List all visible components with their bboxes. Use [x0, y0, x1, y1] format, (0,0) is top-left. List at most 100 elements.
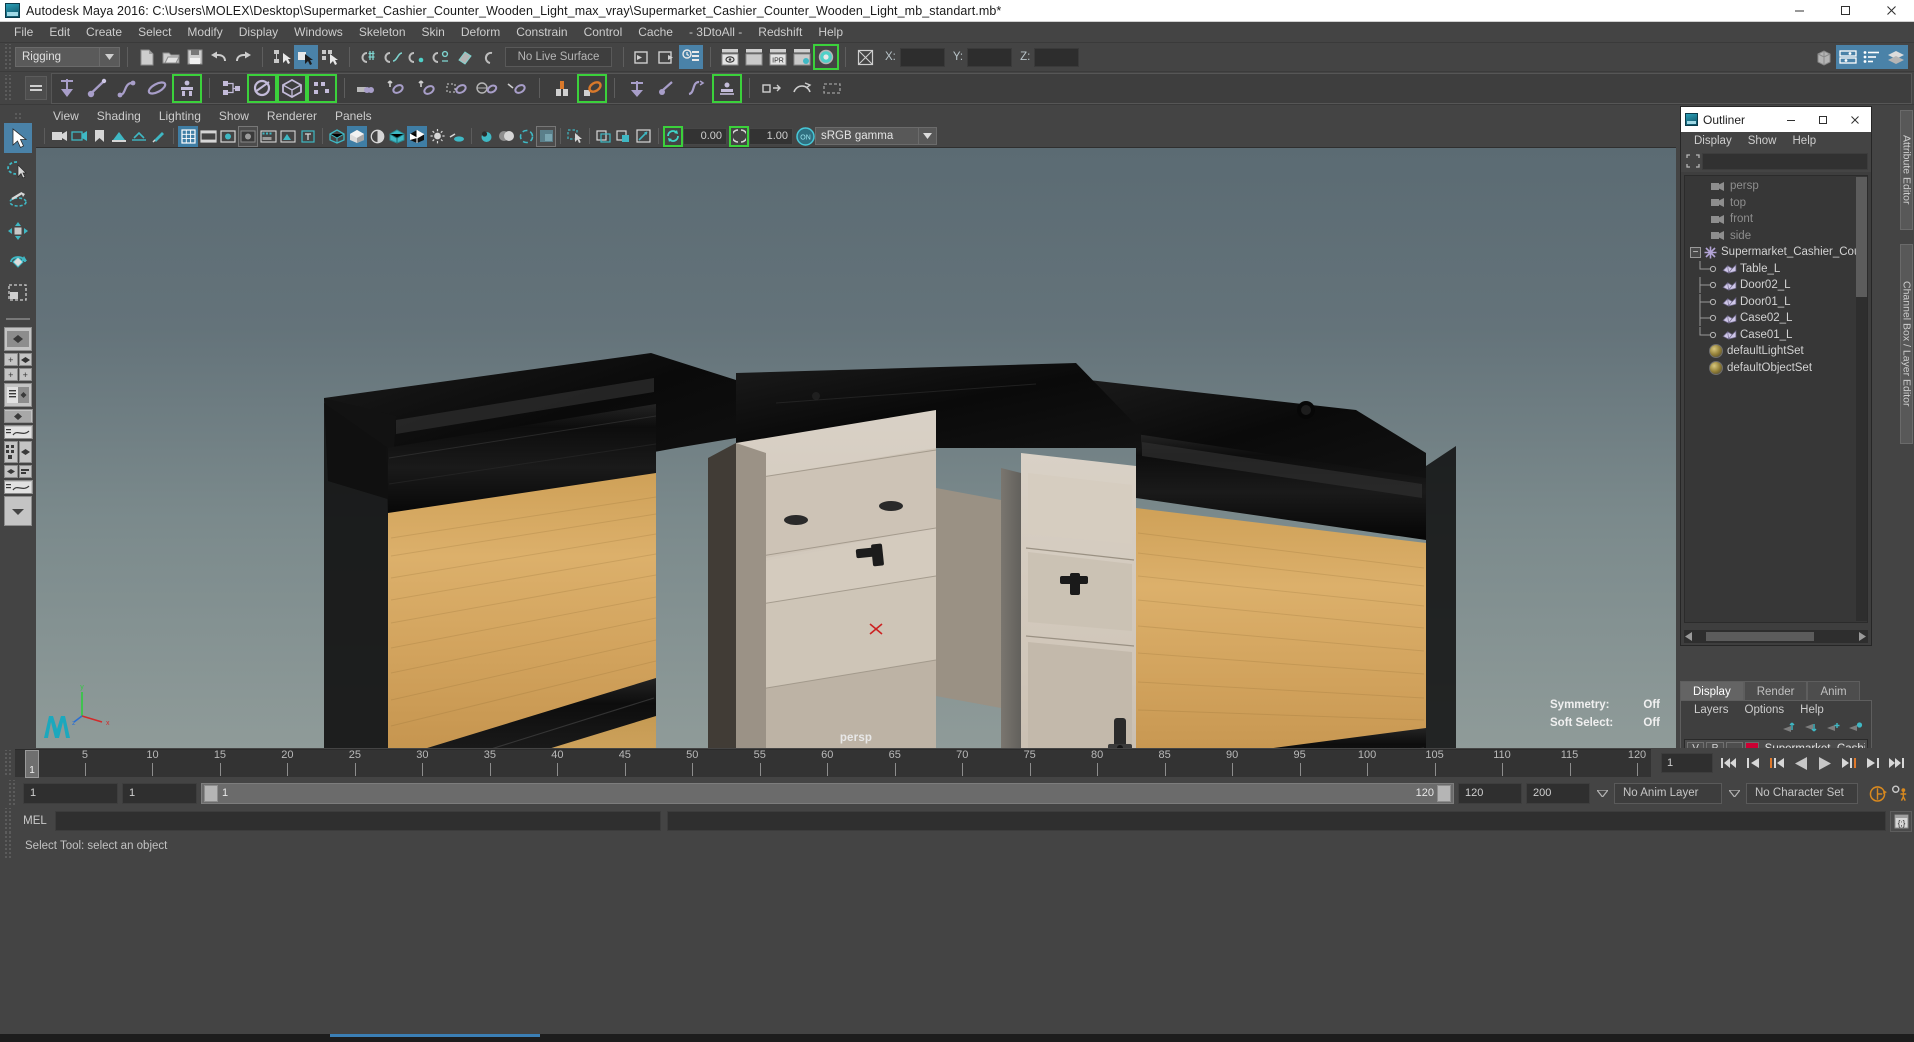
persp-outliner-layout-icon[interactable]	[18, 353, 32, 366]
time-cursor[interactable]: 1	[25, 750, 39, 778]
command-result-field[interactable]	[667, 811, 1886, 831]
help-menu[interactable]: Help	[1792, 703, 1832, 717]
new-scene-icon[interactable]	[135, 45, 159, 69]
menu-select[interactable]: Select	[130, 22, 179, 42]
resolution-gate-icon[interactable]	[218, 126, 238, 147]
create-ik-spline-icon[interactable]	[112, 74, 142, 103]
move-layer-down-icon[interactable]	[1805, 721, 1819, 734]
wireframe-icon[interactable]	[327, 126, 347, 147]
sculpt-deformer-icon[interactable]	[817, 74, 847, 103]
hik-skeleton-icon[interactable]	[217, 74, 247, 103]
graph-editor-layout-icon[interactable]	[3, 425, 33, 439]
depth-of-field-icon[interactable]	[536, 125, 556, 147]
gamma-value[interactable]: 1.00	[749, 127, 793, 145]
hypershade-icon[interactable]	[813, 44, 839, 70]
outliner-vertical-scrollbar[interactable]	[1856, 177, 1867, 621]
make-live-icon[interactable]	[477, 45, 501, 69]
copy-skin-weights-icon[interactable]	[502, 74, 532, 103]
outliner-item-case01-l[interactable]: Case01_L	[1685, 326, 1867, 344]
nonlinear-deformer-icon[interactable]	[787, 74, 817, 103]
open-scene-icon[interactable]	[159, 45, 183, 69]
undo-icon[interactable]	[207, 45, 231, 69]
two-pane-layout-icon[interactable]: +	[4, 368, 18, 381]
detach-skin-icon[interactable]	[412, 74, 442, 103]
outliner-maximize-button[interactable]	[1807, 107, 1839, 132]
persp-graph-editor-layout-icon[interactable]	[3, 409, 33, 423]
time-slider-grip[interactable]	[3, 750, 12, 776]
script-editor-icon[interactable]: {;}	[1890, 810, 1912, 832]
xray-icon[interactable]	[594, 126, 614, 147]
xray-active-components-icon[interactable]	[634, 126, 654, 147]
time-slider[interactable]: 1 5 10 15 20 25 30 35 40 45 50 55 60 65 70 75 80 85 90 95 1…	[15, 749, 1651, 778]
animation-layout-icon[interactable]	[3, 480, 33, 494]
insert-joint-icon[interactable]	[142, 74, 172, 103]
z-input[interactable]	[1034, 47, 1080, 67]
go-to-end-icon[interactable]	[1887, 754, 1906, 773]
outliner-menu-help[interactable]: Help	[1785, 134, 1825, 148]
outliner-item-door02-l[interactable]: Door02_L	[1685, 277, 1867, 294]
menu-create[interactable]: Create	[78, 22, 130, 42]
step-back-keyframe-icon[interactable]	[1743, 754, 1762, 773]
input-connections-icon[interactable]	[631, 45, 655, 69]
menu-help[interactable]: Help	[810, 22, 851, 42]
tab-attribute-editor[interactable]: Attribute Editor	[1900, 110, 1913, 230]
blend-shape-icon[interactable]	[757, 74, 787, 103]
textured-icon[interactable]	[407, 125, 427, 147]
select-camera-icon[interactable]	[49, 126, 69, 147]
mirror-skin-weights-icon[interactable]	[472, 74, 502, 103]
render-settings-icon[interactable]	[790, 45, 814, 69]
paint-skin-weights-icon[interactable]	[442, 74, 472, 103]
interactive-bind-icon[interactable]	[382, 74, 412, 103]
tab-channel-box-layer-editor[interactable]: Channel Box / Layer Editor	[1900, 244, 1913, 444]
shadows-icon[interactable]	[447, 126, 467, 147]
snap-to-point-icon[interactable]	[405, 45, 429, 69]
menu-edit[interactable]: Edit	[41, 22, 78, 42]
scrollbar-thumb[interactable]	[1856, 177, 1867, 297]
outliner-search-input[interactable]	[1702, 152, 1868, 170]
anim-layer-chevron-down-icon[interactable]	[1594, 783, 1610, 804]
select-by-component-icon[interactable]	[318, 45, 342, 69]
scale-tool-icon[interactable]	[4, 278, 32, 308]
persp-small-layout-icon[interactable]	[4, 465, 18, 478]
maximize-button[interactable]	[1822, 0, 1868, 22]
play-forwards-icon[interactable]	[1815, 754, 1834, 773]
snap-to-curve-icon[interactable]	[381, 45, 405, 69]
animation-start-field[interactable]: 1	[122, 782, 197, 804]
chevron-down-icon[interactable]	[99, 47, 120, 67]
show-hide-modeling-toolkit-icon[interactable]	[1812, 45, 1836, 69]
viewport-3d-canvas[interactable]: y x z persp Symmetry: Off Soft Select: O…	[36, 148, 1676, 748]
outliner-item-table-l[interactable]: Table_L	[1685, 260, 1867, 278]
outliner-item-group[interactable]: − Supermarket_Cashier_Cou	[1685, 244, 1867, 261]
grease-pencil-icon[interactable]	[149, 126, 169, 147]
use-lights-icon[interactable]	[427, 126, 447, 147]
range-start-field[interactable]: 1	[23, 782, 118, 804]
color-management-on-icon[interactable]: ON	[795, 126, 815, 147]
exposure-toggle-icon[interactable]	[663, 125, 683, 147]
attribute-editor-icon[interactable]	[1836, 45, 1860, 69]
grid-icon[interactable]	[178, 125, 198, 147]
channel-box-icon[interactable]	[1860, 45, 1884, 69]
outliner-close-button[interactable]	[1839, 107, 1871, 132]
tab-display[interactable]: Display	[1680, 681, 1744, 701]
wire-tool-icon[interactable]	[682, 74, 712, 103]
outliner-item-front[interactable]: front	[1685, 211, 1867, 228]
viewport-menu-view[interactable]: View	[44, 108, 88, 124]
outliner-horizontal-scrollbar[interactable]	[1684, 630, 1868, 643]
hypershade-layout-icon[interactable]	[4, 441, 18, 463]
persp-pane-layout-icon[interactable]	[18, 441, 32, 463]
outliner-item-default-object-set[interactable]: defaultObjectSet	[1685, 360, 1867, 377]
lattice-icon[interactable]	[622, 74, 652, 103]
constraint-parent-icon[interactable]	[547, 74, 577, 103]
cluster-icon[interactable]	[652, 74, 682, 103]
outliner-menu-show[interactable]: Show	[1740, 134, 1785, 148]
ipr-render-icon[interactable]: IPR	[766, 45, 790, 69]
multisample-aa-icon[interactable]	[516, 126, 536, 147]
anim-layer-selector[interactable]: No Anim Layer	[1614, 782, 1722, 804]
menu-file[interactable]: File	[6, 22, 41, 42]
menu-skeleton[interactable]: Skeleton	[351, 22, 414, 42]
save-scene-icon[interactable]	[183, 45, 207, 69]
select-by-object-icon[interactable]	[294, 45, 318, 69]
menu-set-selector[interactable]: Rigging	[15, 47, 99, 67]
menu-skin[interactable]: Skin	[414, 22, 453, 42]
minimize-button[interactable]	[1776, 0, 1822, 22]
